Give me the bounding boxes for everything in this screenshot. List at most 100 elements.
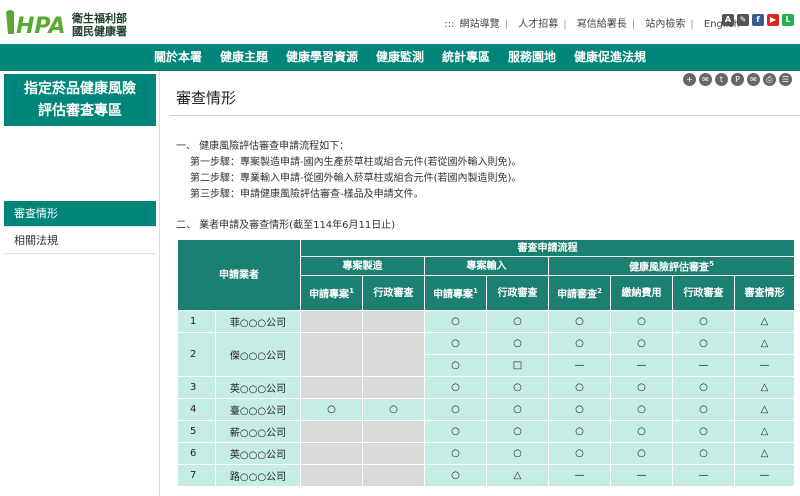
nav-item-regulations[interactable]: 健康促進法規 xyxy=(565,44,655,71)
cell-r-apply: ○ xyxy=(548,442,611,465)
cell-i-apply: ○ xyxy=(424,332,487,355)
cell-r-fee: ○ xyxy=(610,332,673,355)
twitter-icon[interactable]: t xyxy=(715,73,728,86)
nav-item-services[interactable]: 服務園地 xyxy=(499,44,565,71)
font-size-icon[interactable]: A xyxy=(722,14,734,26)
company-name: 英○○○公司 xyxy=(215,376,301,399)
cell-i-apply: ○ xyxy=(424,442,487,465)
row-number: 1 xyxy=(177,310,216,333)
print-icon[interactable]: ⎙ xyxy=(763,73,776,86)
header-r-status: 審查情形 xyxy=(734,275,795,311)
accesskey-link[interactable]: ::: xyxy=(444,19,454,30)
hpa-logo-mark: HPA xyxy=(6,10,66,38)
hpa-logo[interactable]: HPA 衛生福利部 國民健康署 xyxy=(4,4,144,40)
plurk-icon[interactable]: P xyxy=(731,73,744,86)
comment-icon[interactable]: ✉ xyxy=(699,73,712,86)
row-number: 4 xyxy=(177,398,216,421)
menu-icon[interactable]: ☰ xyxy=(779,73,792,86)
process-step-3: 第三步驟：申請健康風險評估審查-樣品及申請文件。 xyxy=(190,189,424,200)
cell-m-admin xyxy=(362,376,425,399)
cell-r-admin: ○ xyxy=(672,310,735,333)
youtube-icon[interactable]: ▶ xyxy=(767,14,779,26)
cell-m-admin xyxy=(362,464,425,487)
sitemap-link[interactable]: 網站導覽 xyxy=(460,19,500,30)
row-number: 3 xyxy=(177,376,216,399)
cell-r-admin: ○ xyxy=(672,420,735,443)
plus-icon[interactable]: + xyxy=(683,73,696,86)
table-row: 7 路○○○公司 ○ △ — — — — xyxy=(177,464,795,487)
sidebar-item-regulations[interactable]: 相關法規 xyxy=(4,228,156,254)
cell-m-apply xyxy=(300,310,363,333)
nav-item-about[interactable]: 關於本署 xyxy=(145,44,211,71)
header-import: 專案輸入 xyxy=(424,256,549,276)
sidebar-title: 指定菸品健康風險 評估審查專區 xyxy=(4,74,156,126)
cell-m-admin xyxy=(362,420,425,443)
review-status-table: 申請業者 審查申請流程 專案製造 專案輸入 健康風險評估審查5 申請專案1 行政… xyxy=(177,239,795,487)
cell-m-admin xyxy=(362,332,425,377)
cell-r-status: △ xyxy=(734,442,795,465)
nav-item-monitoring[interactable]: 健康監測 xyxy=(367,44,433,71)
sidebar: 指定菸品健康風險 評估審查專區 審查情形 相關法規 xyxy=(0,71,160,496)
cell-i-admin: ○ xyxy=(486,332,549,355)
row-number: 7 xyxy=(177,464,216,487)
cell-r-admin: ○ xyxy=(672,442,735,465)
cell-r-fee: ○ xyxy=(610,310,673,333)
cell-r-fee: — xyxy=(610,354,673,377)
nav-item-statistics[interactable]: 統計專區 xyxy=(433,44,499,71)
cell-m-apply xyxy=(300,442,363,465)
header-i-apply: 申請專案1 xyxy=(424,275,487,311)
header-i-admin: 行政審查 xyxy=(486,275,549,311)
process-step-1: 第一步驟：專案製造申請-國內生產菸草柱或組合元件(若從國外輸入則免)。 xyxy=(190,157,522,168)
row-number: 5 xyxy=(177,420,216,443)
header-r-fee: 繳納費用 xyxy=(610,275,673,311)
facebook-icon[interactable]: f xyxy=(752,14,764,26)
row-number: 6 xyxy=(177,442,216,465)
cell-r-status: — xyxy=(734,464,795,487)
table-row: 6 英○○○公司 ○ ○ ○ ○ ○ △ xyxy=(177,442,795,465)
cell-i-admin: ○ xyxy=(486,310,549,333)
cell-r-apply: — xyxy=(548,464,611,487)
recruit-link[interactable]: 人才招募 xyxy=(518,19,558,30)
top-bar: HPA 衛生福利部 國民健康署 ::: 網站導覽 | 人才招募 | 寫信給署長 | 站… xyxy=(0,0,800,44)
company-name: 英○○○公司 xyxy=(215,442,301,465)
cell-m-apply xyxy=(300,332,363,377)
header-applicant: 申請業者 xyxy=(177,239,301,311)
cell-i-apply: ○ xyxy=(424,420,487,443)
sidebar-title-line2: 評估審查專區 xyxy=(38,103,122,119)
mail-director-link[interactable]: 寫信給署長 xyxy=(577,19,627,30)
cell-r-admin: — xyxy=(672,354,735,377)
process-step-2: 第二步驟：專業輸入申請-從國外輸入菸草柱或組合元件(若國內製造則免)。 xyxy=(190,173,522,184)
line-icon[interactable]: L xyxy=(782,14,794,26)
cell-i-apply: ○ xyxy=(424,376,487,399)
cell-i-admin: △ xyxy=(486,464,549,487)
cell-r-fee: — xyxy=(610,464,673,487)
cell-r-apply: ○ xyxy=(548,398,611,421)
site-search-link[interactable]: 站內檢索 xyxy=(645,19,685,30)
cell-i-apply: ○ xyxy=(424,310,487,333)
cell-r-fee: ○ xyxy=(610,420,673,443)
cell-m-admin: ○ xyxy=(362,398,425,421)
cell-i-admin: ○ xyxy=(486,398,549,421)
agency-name-line2: 國民健康署 xyxy=(72,25,127,38)
header-m-admin: 行政審查 xyxy=(362,275,425,311)
table-row: 1 菲○○○公司 ○ ○ ○ ○ ○ △ xyxy=(177,310,795,333)
cell-m-apply xyxy=(300,464,363,487)
cell-i-apply: ○ xyxy=(424,398,487,421)
cell-m-apply xyxy=(300,420,363,443)
table-row: 5 薪○○○公司 ○ ○ ○ ○ ○ △ xyxy=(177,420,795,443)
agency-name-line1: 衛生福利部 xyxy=(72,12,127,25)
company-name: 菲○○○公司 xyxy=(215,310,301,333)
company-name: 薪○○○公司 xyxy=(215,420,301,443)
nav-item-learning[interactable]: 健康學習資源 xyxy=(277,44,367,71)
cell-r-fee: ○ xyxy=(610,376,673,399)
svg-text:HPA: HPA xyxy=(16,14,66,38)
nav-item-health-topics[interactable]: 健康主題 xyxy=(211,44,277,71)
email-icon[interactable]: ✉ xyxy=(747,73,760,86)
cell-r-apply: ○ xyxy=(548,310,611,333)
process-heading: 一、 健康風險評估審查申請流程如下： xyxy=(176,141,350,152)
sidebar-item-review-status[interactable]: 審查情形 xyxy=(4,201,156,227)
cell-r-status: △ xyxy=(734,398,795,421)
contrast-icon[interactable]: ✎ xyxy=(737,14,749,26)
header-r-apply: 申請審查2 xyxy=(548,275,611,311)
cell-r-admin: — xyxy=(672,464,735,487)
